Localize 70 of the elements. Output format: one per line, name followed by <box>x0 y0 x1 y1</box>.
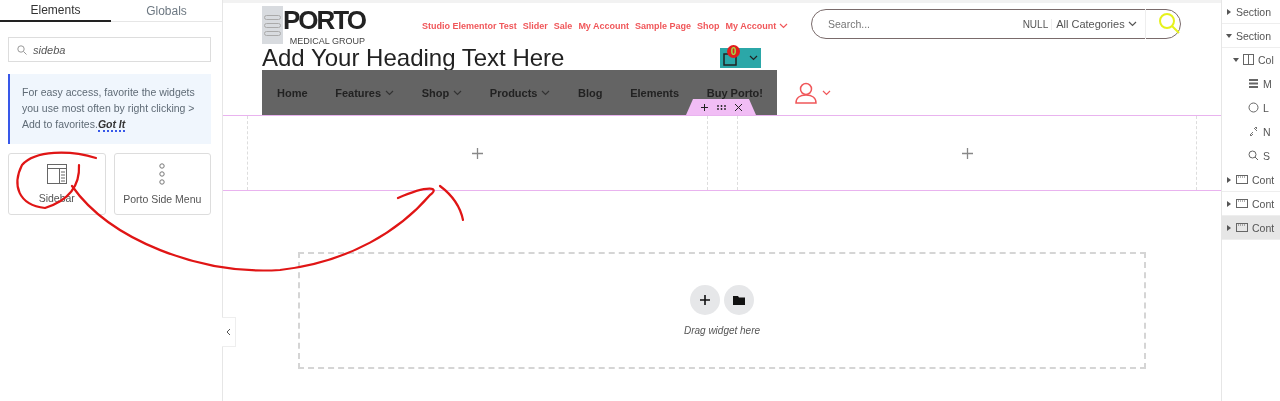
template-button[interactable] <box>724 285 754 315</box>
container-icon <box>1236 223 1248 232</box>
plus-icon[interactable] <box>472 147 483 159</box>
widget-tile[interactable]: Porto Side Menu <box>113 153 211 215</box>
navigator-item[interactable]: L <box>1222 96 1280 120</box>
vertical-dots-icon <box>158 163 167 185</box>
caret-right-icon <box>1226 224 1232 231</box>
navigator-item[interactable]: Section <box>1222 0 1280 24</box>
got-it-link[interactable]: Got It <box>97 118 126 132</box>
top-menu-link[interactable]: Studio Elementor Test <box>422 21 517 31</box>
plus-icon <box>700 103 708 111</box>
navigator-item[interactable]: S <box>1222 144 1280 168</box>
add-button[interactable] <box>690 285 720 315</box>
navigator-item[interactable]: N <box>1222 120 1280 144</box>
navigator-item[interactable]: Cont <box>1222 168 1280 192</box>
chevron-down-icon <box>749 55 758 61</box>
top-menu-link[interactable]: Sale <box>553 21 573 31</box>
category-dropdown[interactable]: All Categories <box>1056 9 1146 39</box>
logo-text: PORTO <box>283 6 365 35</box>
chevron-down-icon <box>779 23 789 29</box>
top-menu-link[interactable]: Sample Page <box>635 21 692 31</box>
container-icon <box>1236 199 1248 208</box>
panel-tab[interactable]: Globals <box>111 0 222 22</box>
chevron-down-icon <box>541 89 551 96</box>
top-menu-link[interactable]: My Account <box>578 21 630 31</box>
caret-down-icon <box>1226 32 1232 39</box>
container-icon <box>1236 175 1248 184</box>
account-button[interactable] <box>795 81 831 104</box>
logo-mark-icon <box>262 6 283 44</box>
tip-text: For easy access, favorite the widgets you use most often by right clicking > Add to favorites.Got It <box>8 74 211 144</box>
caret-right-icon <box>1226 176 1232 183</box>
chevron-down-icon <box>822 89 831 96</box>
close-icon <box>734 103 742 111</box>
null-label: NULL <box>1022 18 1053 30</box>
search-icon <box>1158 11 1180 34</box>
navigator-item[interactable]: Col <box>1222 48 1280 72</box>
circle-icon <box>1248 102 1259 113</box>
panel-tab[interactable]: Elements <box>0 0 111 22</box>
top-menu-link[interactable]: Shop <box>697 21 720 31</box>
logo-subtitle: MEDICAL GROUP <box>289 36 365 46</box>
chevron-left-icon <box>226 328 231 336</box>
navigator-item[interactable]: Section <box>1222 24 1280 48</box>
plus-icon[interactable] <box>961 147 973 159</box>
heading: Add Your Heading Text Here <box>262 44 566 72</box>
navigator-item[interactable]: M <box>1222 72 1280 96</box>
cart-button[interactable]: 0 <box>720 48 761 68</box>
chevron-down-icon <box>453 89 463 96</box>
drop-hint: Drag widget here <box>683 325 761 336</box>
plus-icon <box>700 295 710 305</box>
cart-count: 0 <box>727 45 740 58</box>
search-icon <box>1248 150 1259 161</box>
caret-right-icon <box>1226 200 1232 207</box>
columns-icon <box>1243 54 1254 65</box>
sidebar-layout-icon <box>46 164 67 184</box>
chevron-down-icon <box>1127 21 1137 27</box>
chevron-down-icon <box>385 89 395 96</box>
folder-icon <box>733 295 745 305</box>
navigator-item[interactable]: Cont <box>1222 216 1280 240</box>
caret-right-icon <box>1226 8 1232 15</box>
drag-dots-icon <box>716 104 726 110</box>
widget-search-field[interactable]: sideba <box>8 37 211 62</box>
top-menu-link[interactable]: My Account <box>725 21 789 31</box>
section-handle[interactable] <box>686 99 756 115</box>
search-icon <box>17 44 27 55</box>
caret-down-icon <box>1233 56 1239 63</box>
link-icon <box>1248 126 1259 137</box>
stack-icon <box>1248 78 1259 89</box>
collapse-panel-handle[interactable] <box>222 317 236 347</box>
top-menu-link[interactable]: Slider <box>522 21 548 31</box>
user-icon <box>795 81 817 104</box>
